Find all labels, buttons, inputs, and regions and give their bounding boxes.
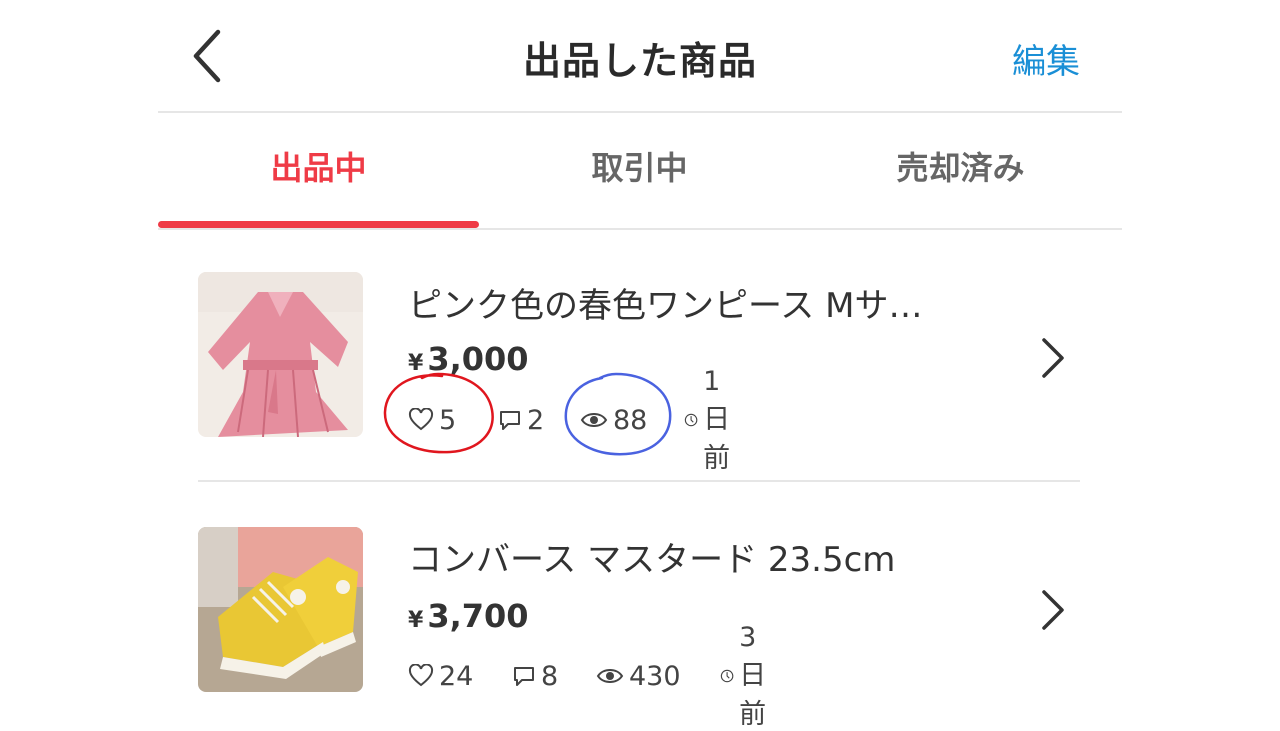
chevron-right-icon — [1042, 590, 1064, 630]
heart-icon — [408, 408, 434, 431]
tab-sold[interactable]: 売却済み — [800, 113, 1121, 226]
views-count: 430 — [629, 660, 681, 692]
tab-label: 売却済み — [896, 149, 1025, 187]
list-divider — [198, 480, 1080, 482]
likes-count: 24 — [439, 660, 474, 692]
item-price: ¥3,000 — [408, 340, 529, 378]
page-title: 出品した商品 — [522, 39, 757, 83]
price-value: 3,700 — [427, 597, 529, 635]
currency-symbol: ¥ — [408, 351, 424, 376]
tab-listing[interactable]: 出品中 — [158, 113, 479, 228]
tab-label: 取引中 — [591, 149, 688, 187]
views-count: 88 — [613, 404, 648, 436]
tab-in-progress[interactable]: 取引中 — [479, 113, 800, 226]
comments-count: 2 — [527, 404, 545, 436]
header: 出品した商品 編集 — [158, 0, 1122, 113]
price-value: 3,000 — [427, 340, 529, 378]
comments-stat: 8 — [512, 656, 558, 696]
comment-icon — [514, 667, 534, 686]
item-title: ピンク色の春色ワンピース Mサ… — [408, 286, 923, 326]
comment-icon — [500, 411, 520, 430]
item-title: コンバース マスタード 23.5cm — [408, 540, 896, 580]
item-thumbnail-dress — [198, 272, 363, 437]
listed-time: 1日前 — [703, 365, 731, 474]
clock-icon — [684, 413, 698, 427]
comments-stat: 2 — [498, 400, 544, 440]
listed-time-stat: 3日前 — [720, 622, 778, 730]
comments-count: 8 — [541, 660, 559, 692]
listed-time-stat: 1日前 — [684, 366, 742, 474]
item-price: ¥3,700 — [408, 597, 529, 635]
likes-stat: 5 — [408, 400, 456, 440]
tab-bar: 出品中 取引中 売却済み — [158, 113, 1122, 230]
tab-label: 出品中 — [270, 149, 367, 187]
views-stat: 88 — [580, 400, 647, 440]
likes-stat: 24 — [408, 656, 473, 696]
active-tab-indicator — [158, 221, 479, 228]
clock-icon — [720, 669, 734, 683]
listed-items-screen: 出品した商品 編集 出品中 取引中 売却済み ピンク色の春色ワンピース Mサ… … — [158, 0, 1122, 730]
listed-time: 3日前 — [739, 621, 767, 730]
eye-icon — [580, 413, 608, 427]
views-stat: 430 — [596, 656, 681, 696]
list-item[interactable]: コンバース マスタード 23.5cm ¥3,700 24 8 430 3日前 — [158, 484, 1122, 730]
chevron-right-icon — [1042, 338, 1064, 378]
heart-icon — [408, 664, 434, 687]
currency-symbol: ¥ — [408, 608, 424, 633]
likes-count: 5 — [439, 404, 457, 436]
eye-icon — [596, 669, 624, 683]
list-item[interactable]: ピンク色の春色ワンピース Mサ… ¥3,000 5 2 88 1日前 — [158, 228, 1122, 482]
edit-button[interactable]: 編集 — [1012, 34, 1080, 83]
item-thumbnail-sneakers — [198, 527, 363, 692]
